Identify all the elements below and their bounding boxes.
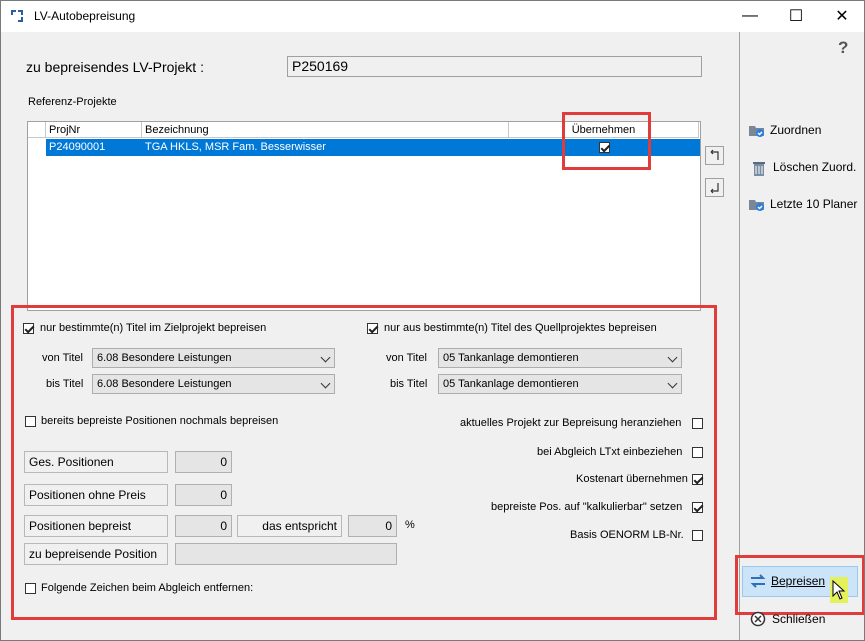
kostenart-checkbox[interactable]	[692, 474, 703, 485]
ziel-von-select[interactable]: 6.08 Besondere Leistungen	[92, 348, 335, 368]
ziel-von-value: 6.08 Besondere Leistungen	[97, 352, 232, 364]
zu-bepreisende-label: zu bepreisende Position	[24, 543, 168, 565]
quell-bis-value: 05 Tankanlage demontieren	[443, 378, 579, 390]
reference-label: Referenz-Projekte	[28, 96, 117, 108]
arrow-down-icon	[710, 183, 719, 194]
kostenart-label: Kostenart übernehmen	[576, 473, 688, 485]
column-header-uebernehmen[interactable]: Übernehmen	[509, 122, 699, 138]
window-title: LV-Autobepreisung	[34, 9, 136, 23]
cell-bezeichnung: TGA HKLS, MSR Fam. Besserwisser	[145, 141, 326, 153]
aktuelles-label: aktuelles Projekt zur Bepreisung heranzi…	[460, 417, 682, 429]
close-button[interactable]: ✕	[819, 0, 865, 32]
entspricht-value: 0	[348, 515, 397, 537]
quell-von-select[interactable]: 05 Tankanlage demontieren	[438, 348, 682, 368]
ges-positionen-value: 0	[175, 451, 232, 473]
kalkulierbar-label: bepreiste Pos. auf "kalkulierbar" setzen	[491, 501, 683, 513]
quell-titel-checkbox[interactable]	[367, 323, 378, 334]
bepreisen-label: Bepreisen	[771, 574, 826, 588]
row-indicator	[28, 139, 46, 156]
uebernehmen-checkbox[interactable]	[599, 142, 610, 153]
chevron-down-icon	[320, 352, 331, 363]
oenorm-checkbox[interactable]	[692, 530, 703, 541]
nochmals-label: bereits bepreiste Positionen nochmals be…	[41, 415, 279, 427]
letzte-planer-button[interactable]: Letzte 10 Planer	[748, 196, 857, 212]
close-circle-icon	[750, 611, 768, 627]
entspricht-label: das entspricht	[237, 515, 342, 537]
zu-bepreisende-value	[175, 543, 397, 565]
ohne-preis-value: 0	[175, 484, 232, 506]
kalkulierbar-checkbox[interactable]	[692, 502, 703, 513]
quell-bis-select[interactable]: 05 Tankanlage demontieren	[438, 374, 682, 394]
ziel-bis-select[interactable]: 6.08 Besondere Leistungen	[92, 374, 335, 394]
minimize-button[interactable]: —	[727, 0, 773, 32]
reference-grid: ProjNr Bezeichnung Übernehmen P24090001 …	[27, 121, 701, 311]
mouse-pointer-icon	[832, 579, 846, 603]
help-icon[interactable]: ?	[838, 38, 848, 58]
zuordnen-button[interactable]: Zuordnen	[748, 122, 821, 138]
maximize-button[interactable]: ☐	[773, 0, 819, 32]
quell-bis-label: bis Titel	[390, 378, 428, 390]
project-label: zu bepreisendes LV-Projekt :	[26, 59, 204, 75]
move-up-button[interactable]	[705, 146, 724, 165]
ges-positionen-label: Ges. Positionen	[24, 451, 168, 473]
column-header-projnr[interactable]: ProjNr	[46, 122, 142, 138]
project-input[interactable]: P250169	[287, 56, 702, 77]
ziel-bis-label: bis Titel	[46, 378, 84, 390]
cell-projnr: P24090001	[49, 141, 106, 153]
zeichen-entfernen-checkbox[interactable]	[25, 583, 36, 594]
folder-check-icon	[748, 122, 766, 138]
trash-icon	[751, 159, 769, 176]
loeschen-label: Löschen Zuord.	[773, 160, 857, 174]
chevron-down-icon	[667, 378, 678, 389]
ohne-preis-label: Positionen ohne Preis	[24, 484, 168, 506]
bepreist-value: 0	[175, 515, 232, 537]
nochmals-checkbox[interactable]	[25, 416, 36, 427]
chevron-down-icon	[667, 352, 678, 363]
quell-von-label: von Titel	[386, 352, 427, 364]
table-row[interactable]: P24090001 TGA HKLS, MSR Fam. Besserwisse…	[28, 139, 700, 156]
ltxt-checkbox[interactable]	[692, 447, 703, 458]
ziel-titel-checkbox[interactable]	[23, 323, 34, 334]
zeichen-entfernen-label: Folgende Zeichen beim Abgleich entfernen…	[41, 582, 254, 594]
quell-titel-label: nur aus bestimmte(n) Titel des Quellproj…	[384, 322, 657, 334]
letzte-planer-label: Letzte 10 Planer	[770, 197, 858, 211]
bepreist-label: Positionen bepreist	[24, 515, 168, 537]
ltxt-label: bei Abgleich LTxt einbeziehen	[537, 446, 683, 458]
grid-corner	[28, 122, 46, 138]
folder-check-icon	[748, 196, 766, 212]
column-header-bezeichnung[interactable]: Bezeichnung	[142, 122, 509, 138]
ziel-von-label: von Titel	[42, 352, 83, 364]
chevron-down-icon	[320, 378, 331, 389]
loeschen-zuordnung-button[interactable]: Löschen Zuord.	[751, 159, 857, 176]
move-down-button[interactable]	[705, 178, 724, 197]
swap-arrows-icon	[749, 573, 767, 589]
quell-von-value: 05 Tankanlage demontieren	[443, 352, 579, 364]
ziel-bis-value: 6.08 Besondere Leistungen	[97, 378, 232, 390]
app-icon	[10, 9, 24, 23]
schliessen-label: Schließen	[772, 612, 826, 626]
aktuelles-checkbox[interactable]	[692, 418, 703, 429]
bepreisen-content: Bepreisen	[749, 573, 825, 589]
percent-sign: %	[405, 519, 415, 531]
zuordnen-label: Zuordnen	[770, 123, 822, 137]
oenorm-label: Basis OENORM LB-Nr.	[570, 529, 684, 541]
arrow-up-icon	[710, 149, 719, 160]
schliessen-button[interactable]: Schließen	[750, 611, 825, 627]
ziel-titel-label: nur bestimmte(n) Titel im Zielprojekt be…	[40, 322, 267, 334]
